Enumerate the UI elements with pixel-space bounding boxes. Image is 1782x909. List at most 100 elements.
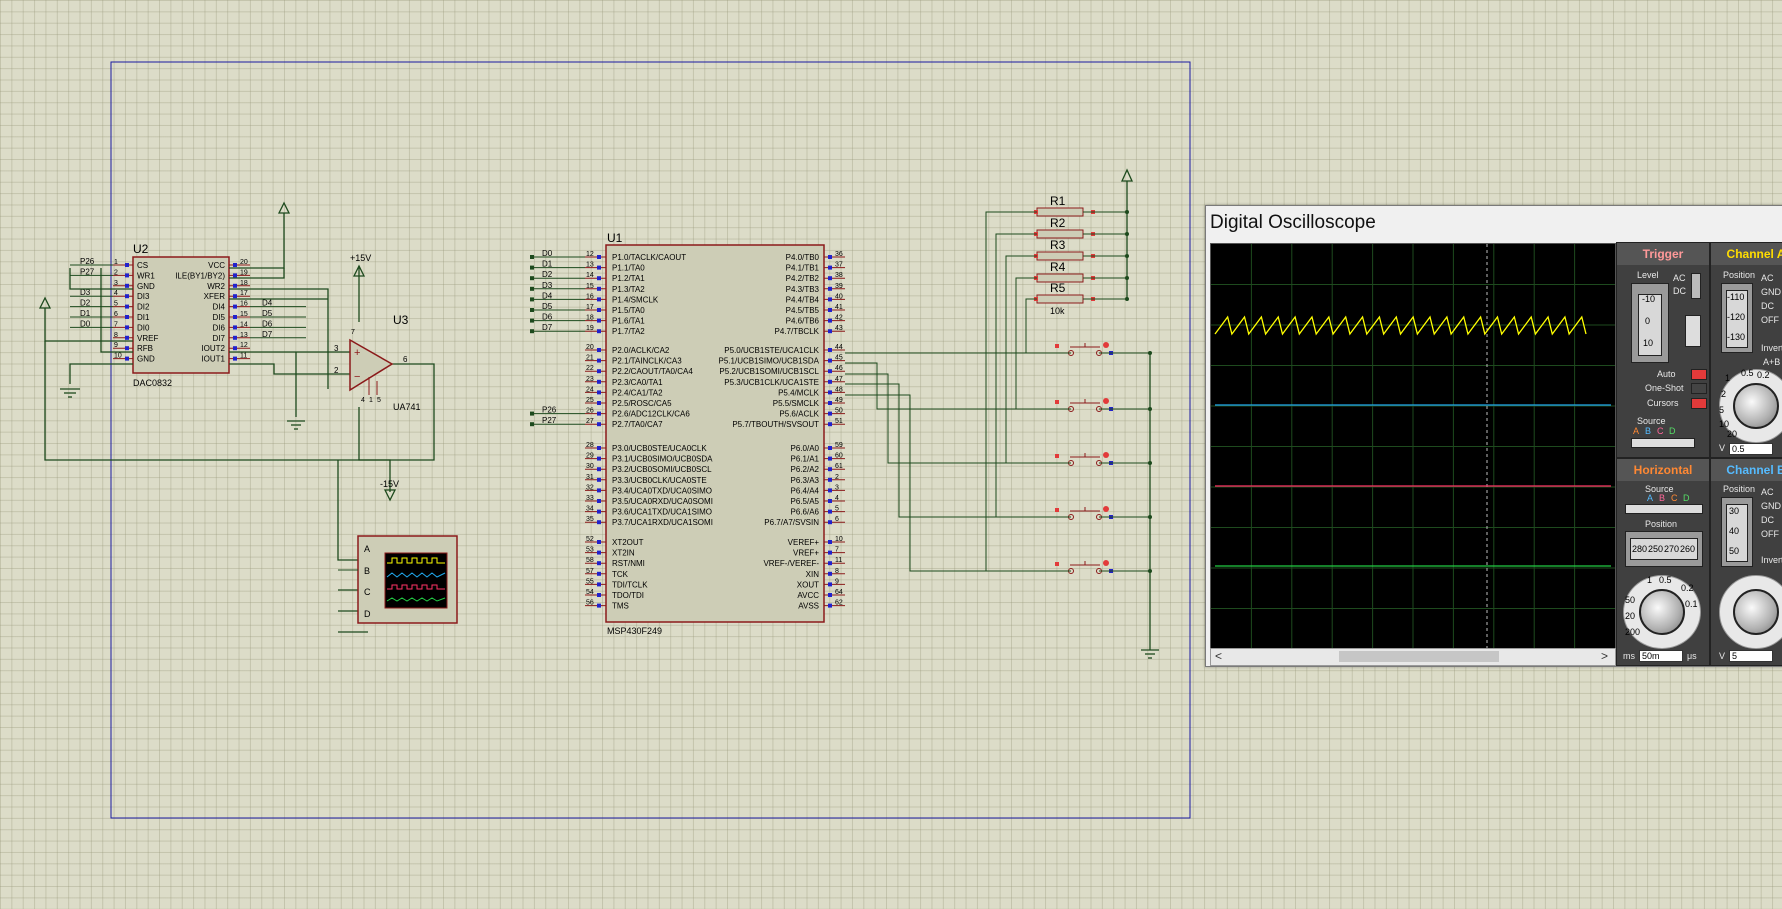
resistor-body[interactable] xyxy=(1036,251,1084,261)
channel-a-ac[interactable]: AC xyxy=(1761,273,1774,283)
trigger-auto-button[interactable] xyxy=(1691,369,1707,380)
scope-horizontal-scrollbar[interactable]: < > xyxy=(1210,648,1616,666)
oscilloscope-title: Digital Oscilloscope xyxy=(1210,212,1376,233)
channel-a-aplusb[interactable]: A+B xyxy=(1763,357,1780,367)
horizontal-source-a[interactable]: A xyxy=(1647,493,1653,503)
channel-a-gnd[interactable]: GND xyxy=(1761,287,1781,297)
u1-pin-num: 14 xyxy=(586,272,594,279)
trigger-source-c[interactable]: C xyxy=(1657,426,1664,436)
u2-pin-marker xyxy=(233,325,237,330)
u1-part: MSP430F249 xyxy=(607,626,662,636)
u2-pin-marker xyxy=(233,335,237,340)
trigger-coupling-switch[interactable] xyxy=(1691,273,1701,299)
u3-pin7: 7 xyxy=(351,329,355,336)
channel-b-dc[interactable]: DC xyxy=(1761,515,1774,525)
horizontal-tick-4: 260 xyxy=(1680,544,1696,554)
u1-pin-name: XT2OUT xyxy=(612,538,644,547)
u1-pin-marker xyxy=(597,467,601,472)
u1-pin-name: P1.6/TA1 xyxy=(612,317,645,326)
horizontal-source-d[interactable]: D xyxy=(1683,493,1690,503)
u3-opamp[interactable]: + − U3 UA741 3 2 6 7 4 1 5 xyxy=(334,313,421,412)
resistor-body[interactable] xyxy=(1036,294,1084,304)
switch-state-icon[interactable] xyxy=(1103,342,1109,348)
trigger-level-slider[interactable]: -10 0 10 xyxy=(1631,283,1669,363)
channel-b-invert[interactable]: Invert xyxy=(1761,555,1782,565)
channel-b-position-slider[interactable]: 30 40 50 xyxy=(1721,497,1753,567)
scroll-right-icon[interactable]: > xyxy=(1601,649,1608,663)
channel-b-volts-knob[interactable] xyxy=(1733,589,1779,635)
u1-pin-marker xyxy=(828,571,832,576)
channel-a-position-slider[interactable]: -110 -120 -130 xyxy=(1721,283,1753,353)
channel-b-value[interactable]: 5 xyxy=(1729,650,1773,662)
switch-state-icon[interactable] xyxy=(1103,560,1109,566)
trigger-source-d[interactable]: D xyxy=(1669,426,1676,436)
switch-wire-left xyxy=(845,373,1071,464)
u2-dac0832[interactable]: U2 DAC0832 1 CSP262 WR1P273 GND4 DI3D35 DI2D2… xyxy=(70,242,306,388)
channel-a-tick-2: -120 xyxy=(1727,312,1746,322)
channel-b-off[interactable]: OFF xyxy=(1761,529,1779,539)
u1-pin-name: P1.0/TACLK/CAOUT xyxy=(612,253,686,262)
trigger-cursors-button[interactable] xyxy=(1691,398,1707,409)
u1-net-label: D0 xyxy=(542,249,553,258)
channel-a-volts-knob[interactable] xyxy=(1733,383,1779,429)
u1-pin-marker xyxy=(828,286,832,291)
u1-pin-name: P1.5/TA0 xyxy=(612,306,645,315)
u1-pin-num: 16 xyxy=(586,293,594,300)
trigger-source-slider[interactable] xyxy=(1631,438,1695,448)
u1-pin-name: P5.6/ACLK xyxy=(779,410,819,419)
u1-pin-num: 56 xyxy=(586,600,594,607)
switch-state-icon[interactable] xyxy=(1103,398,1109,404)
channel-a-dial-5: 5 xyxy=(1719,405,1725,415)
u1-pin-marker xyxy=(597,593,601,597)
push-buttons[interactable] xyxy=(845,342,1152,574)
u3-pin2: 2 xyxy=(334,366,339,375)
u2-pin-num: 5 xyxy=(114,301,118,308)
u3-pin3: 3 xyxy=(334,344,339,353)
channel-b-ac[interactable]: AC xyxy=(1761,487,1774,497)
pullup-resistors[interactable]: R1 R2 R3 R4 R5 10k xyxy=(985,194,1129,571)
u1-pin-name: P5.0/UCB1STE/UCA1CLK xyxy=(724,346,819,355)
switch-state-icon[interactable] xyxy=(1103,506,1109,512)
u1-pin-num: 40 xyxy=(835,293,843,300)
u1-pin-num: 22 xyxy=(586,365,594,372)
channel-a-off[interactable]: OFF xyxy=(1761,315,1779,325)
u1-pin-marker xyxy=(828,488,832,493)
channel-a-invert[interactable]: Invert xyxy=(1761,343,1782,353)
resistor-body[interactable] xyxy=(1036,229,1084,239)
u1-pin-num: 61 xyxy=(835,463,843,470)
trigger-source-b[interactable]: B xyxy=(1645,426,1651,436)
trigger-source-label: Source xyxy=(1637,416,1666,426)
scroll-left-icon[interactable]: < xyxy=(1215,649,1222,663)
u1-pin-marker xyxy=(828,369,832,374)
scope-ch-c-label: C xyxy=(364,587,371,597)
channel-b-gnd[interactable]: GND xyxy=(1761,501,1781,511)
u1-msp430[interactable]: U1 MSP430F249 12 P1.0/TACLK/CAOUT D0 13 P1.1… xyxy=(530,231,845,636)
u1-pin-marker xyxy=(828,390,832,395)
horizontal-source-c[interactable]: C xyxy=(1671,493,1678,503)
oscilloscope-window[interactable]: Digital Oscilloscope < > Trigger Level -… xyxy=(1205,205,1782,667)
channel-a-value[interactable]: 0.5 xyxy=(1729,443,1773,455)
u1-pin-num: 60 xyxy=(835,453,843,460)
scope-traces xyxy=(1211,244,1615,649)
channel-a-dial-6: 10 xyxy=(1719,419,1730,429)
u1-pin-num: 54 xyxy=(586,589,594,596)
trigger-source-a[interactable]: A xyxy=(1633,426,1639,436)
horizontal-source-b[interactable]: B xyxy=(1659,493,1665,503)
resistor-wire-left xyxy=(1025,298,1037,353)
scope-instrument[interactable]: A B C D xyxy=(338,535,458,624)
horizontal-time-knob[interactable] xyxy=(1639,589,1685,635)
horizontal-source-slider[interactable] xyxy=(1625,504,1703,514)
resistor-ref: R5 xyxy=(1050,281,1066,295)
u1-pin-num: 33 xyxy=(586,495,594,502)
scroll-thumb[interactable] xyxy=(1339,651,1499,662)
u2-pin-marker xyxy=(125,263,129,267)
horizontal-timebase-value[interactable]: 50m xyxy=(1639,650,1683,662)
trigger-edge-switch[interactable] xyxy=(1685,315,1701,347)
trigger-oneshot-button[interactable] xyxy=(1691,383,1707,394)
horizontal-position-slider[interactable]: 280 250 270 260 xyxy=(1625,531,1703,567)
u2-pin-num: 18 xyxy=(240,280,248,287)
channel-a-dc[interactable]: DC xyxy=(1761,301,1774,311)
resistor-body[interactable] xyxy=(1036,207,1084,217)
switch-state-icon[interactable] xyxy=(1103,452,1109,458)
u1-pin-name: P3.3/UCB0CLK/UCA0STE xyxy=(612,476,707,485)
